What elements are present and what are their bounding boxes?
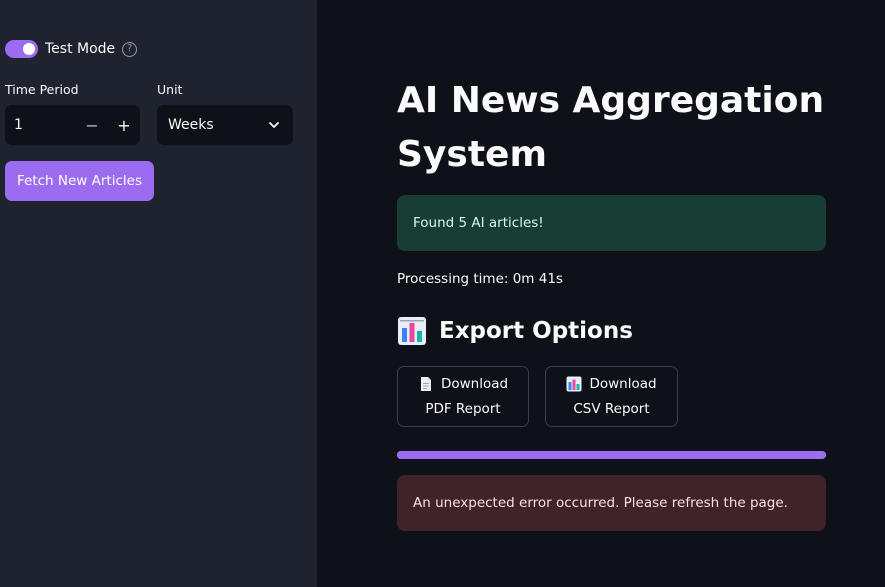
success-alert: Found 5 AI articles! xyxy=(397,195,826,251)
unit-label: Unit xyxy=(157,82,183,97)
download-pdf-label-1: Download xyxy=(440,375,509,392)
sidebar: Test Mode ? Time Period Unit 1 − + Weeks… xyxy=(0,0,317,587)
increment-button[interactable]: + xyxy=(108,105,140,145)
main-content: AI News Aggregation System Found 5 AI ar… xyxy=(317,0,885,587)
progress-fill xyxy=(397,451,826,459)
download-pdf-line1: Download xyxy=(418,372,508,397)
download-csv-label-2: CSV Report xyxy=(573,400,650,417)
toggle-knob xyxy=(23,43,35,55)
unit-select[interactable]: Weeks xyxy=(157,105,293,145)
processing-time: Processing time: 0m 41s xyxy=(397,271,563,287)
test-mode-toggle[interactable] xyxy=(5,40,38,58)
progress-bar xyxy=(397,451,826,459)
download-csv-label-1: Download xyxy=(589,375,657,392)
download-pdf-button[interactable]: Download PDF Report xyxy=(397,366,529,427)
error-alert: An unexpected error occurred. Please ref… xyxy=(397,475,826,531)
test-mode-label: Test Mode xyxy=(45,41,116,57)
export-heading-text: Export Options xyxy=(439,318,633,344)
time-period-label: Time Period xyxy=(5,82,79,97)
bar-chart-icon xyxy=(566,376,582,392)
chevron-down-icon xyxy=(269,122,279,128)
bar-chart-icon xyxy=(398,317,426,345)
test-mode-row: Test Mode ? xyxy=(5,39,138,59)
document-icon xyxy=(420,377,431,391)
decrement-button[interactable]: − xyxy=(76,105,108,145)
download-pdf-label-2: PDF Report xyxy=(425,400,501,417)
time-period-stepper: 1 − + xyxy=(5,105,140,145)
question-circle-icon[interactable]: ? xyxy=(122,41,138,57)
page-title: AI News Aggregation System xyxy=(397,80,825,175)
download-csv-line1: Download xyxy=(566,372,657,397)
export-heading: Export Options xyxy=(397,316,633,346)
time-period-input[interactable]: 1 xyxy=(5,117,76,133)
unit-select-value: Weeks xyxy=(168,117,214,133)
download-csv-button[interactable]: Download CSV Report xyxy=(545,366,678,427)
fetch-articles-button[interactable]: Fetch New Articles xyxy=(5,161,154,201)
